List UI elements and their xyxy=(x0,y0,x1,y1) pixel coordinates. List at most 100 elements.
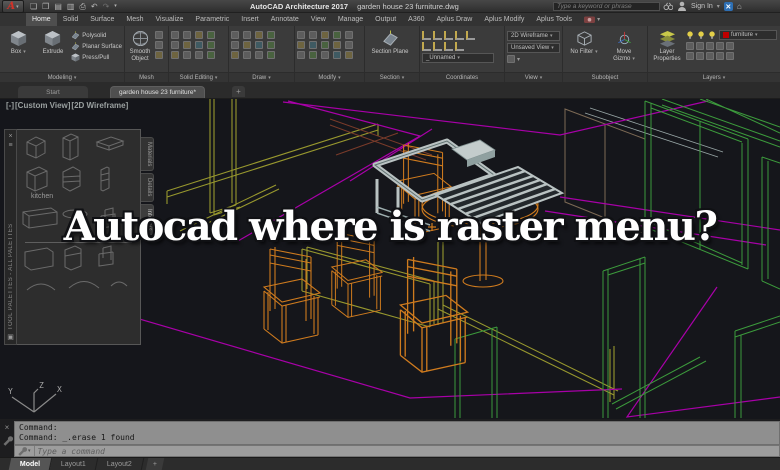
tab-annotate[interactable]: Annotate xyxy=(265,13,305,26)
tool-icon[interactable] xyxy=(321,41,329,49)
drawing-canvas[interactable]: Y Z X [-][Custom View][2D Wireframe] × ≡… xyxy=(0,99,780,419)
tool-icon[interactable] xyxy=(155,31,163,39)
palette-item[interactable] xyxy=(62,166,81,192)
save-icon[interactable]: ▤ xyxy=(54,0,62,13)
chair-wire[interactable] xyxy=(263,246,321,344)
tool-icon[interactable] xyxy=(231,31,239,39)
polysolid-button[interactable]: Polysolid xyxy=(71,31,122,40)
sign-in-caret-icon[interactable]: ▾ xyxy=(717,3,720,10)
ribbon-display-toggle[interactable]: ▾ xyxy=(584,13,600,26)
command-customize-button[interactable]: ▾ xyxy=(17,446,35,456)
tab-output[interactable]: Output xyxy=(369,13,402,26)
panel-label-mesh[interactable]: Mesh xyxy=(125,72,168,82)
extrude-button[interactable]: Extrude xyxy=(37,28,70,71)
ucs-tool-icon[interactable] xyxy=(455,31,464,40)
panel-label-layers[interactable]: Layers xyxy=(648,72,780,82)
smooth-object-button[interactable]: Smooth Object xyxy=(127,28,153,71)
ucs-tool-icon[interactable] xyxy=(422,42,431,51)
panel-label-draw[interactable]: Draw xyxy=(229,72,294,82)
tool-icon[interactable] xyxy=(309,31,317,39)
viewport-minimize-control[interactable]: [-] xyxy=(6,101,14,110)
tool-icon[interactable] xyxy=(171,51,179,59)
tool-icon[interactable] xyxy=(183,31,191,39)
print-icon[interactable]: ⎙ xyxy=(79,0,85,13)
no-filter-button[interactable]: No Filter xyxy=(565,28,603,71)
tab-aplus-tools[interactable]: Aplus Tools xyxy=(530,13,578,26)
tool-icon[interactable] xyxy=(333,31,341,39)
layer-tool-icon[interactable] xyxy=(696,42,704,50)
tab-aplus-modify[interactable]: Aplus Modify xyxy=(478,13,530,26)
tool-icon[interactable] xyxy=(183,41,191,49)
tool-icon[interactable] xyxy=(243,31,251,39)
layer-tool-icon[interactable] xyxy=(686,52,694,60)
tab-parametric[interactable]: Parametric xyxy=(189,13,235,26)
tool-icon[interactable] xyxy=(309,41,317,49)
palette-properties-icon[interactable]: ▣ xyxy=(7,333,14,342)
box-button[interactable]: Box xyxy=(2,28,35,71)
tab-visualize[interactable]: Visualize xyxy=(150,13,190,26)
ucs-tool-icon[interactable] xyxy=(455,42,464,51)
help-icon[interactable]: ⌂ xyxy=(737,2,742,11)
palette-item[interactable] xyxy=(26,283,56,291)
press-pull-button[interactable]: Press/Pull xyxy=(71,53,122,62)
undo-icon[interactable]: ↶ xyxy=(91,0,98,13)
tool-icon[interactable] xyxy=(297,41,305,49)
sign-in-button[interactable]: Sign In xyxy=(691,3,713,10)
named-view-dropdown[interactable]: Unsaved View xyxy=(507,43,560,53)
green-frame-lines[interactable] xyxy=(454,99,780,418)
tool-icon[interactable] xyxy=(255,41,263,49)
section-plane-button[interactable]: Section Plane xyxy=(367,28,413,71)
tab-aplus-draw[interactable]: Aplus Draw xyxy=(431,13,479,26)
panel-label-section[interactable]: Section xyxy=(365,72,419,82)
panel-label-modeling[interactable]: Modeling xyxy=(0,72,124,82)
tool-icon[interactable] xyxy=(267,41,275,49)
layer-tool-icon[interactable] xyxy=(716,42,724,50)
tab-model[interactable]: Model xyxy=(8,458,53,470)
palette-item[interactable] xyxy=(26,136,46,159)
palette-item[interactable] xyxy=(24,247,54,271)
tool-icon[interactable] xyxy=(267,51,275,59)
tool-icon[interactable] xyxy=(243,41,251,49)
file-tab-drawing[interactable]: garden house 23 furniture* xyxy=(110,86,205,98)
viewport-style-control[interactable]: [2D Wireframe] xyxy=(71,101,128,110)
command-history[interactable]: Command: Command: _.erase 1 found xyxy=(14,421,780,445)
command-input[interactable] xyxy=(37,446,777,456)
tab-home[interactable]: Home xyxy=(26,13,57,26)
layer-on-icon[interactable] xyxy=(686,30,695,40)
palette-item[interactable] xyxy=(26,166,48,192)
move-gizmo-button[interactable]: Move Gizmo xyxy=(605,28,643,71)
panel-label-subobject[interactable]: Subobject xyxy=(563,72,647,82)
tool-icon[interactable] xyxy=(297,31,305,39)
ucs-tool-icon[interactable] xyxy=(444,42,453,51)
search-icon[interactable] xyxy=(663,2,673,12)
tab-view[interactable]: View xyxy=(305,13,332,26)
tool-icon[interactable] xyxy=(183,51,191,59)
palette-item[interactable] xyxy=(100,166,110,192)
ucs-icon[interactable]: Y Z X xyxy=(8,381,62,413)
layer-lock-icon[interactable] xyxy=(708,30,717,40)
planar-surface-button[interactable]: Planar Surface xyxy=(71,42,122,51)
layer-tool-icon[interactable] xyxy=(706,42,714,50)
palette-autohide-icon[interactable]: ≡ xyxy=(8,141,12,150)
tool-icon[interactable] xyxy=(267,31,275,39)
tool-icon[interactable] xyxy=(171,41,179,49)
tool-icon[interactable] xyxy=(207,51,215,59)
tool-icon[interactable] xyxy=(195,31,203,39)
tool-icon[interactable] xyxy=(195,41,203,49)
layer-tool-icon[interactable] xyxy=(726,52,734,60)
tool-icon[interactable] xyxy=(255,31,263,39)
roof-lines[interactable] xyxy=(584,107,724,158)
new-layout-button[interactable]: + xyxy=(145,458,165,470)
palette-tab-materials[interactable]: Materials xyxy=(141,137,154,172)
viewport-config-icon[interactable] xyxy=(507,55,515,63)
tool-icon[interactable] xyxy=(345,41,353,49)
tool-icon[interactable] xyxy=(243,51,251,59)
ucs-tool-icon[interactable] xyxy=(422,31,431,40)
tool-icon[interactable] xyxy=(309,51,317,59)
tab-solid[interactable]: Solid xyxy=(57,13,85,26)
palette-item[interactable] xyxy=(95,136,125,151)
panel-label-modify[interactable]: Modify xyxy=(295,72,364,82)
tool-icon[interactable] xyxy=(345,51,353,59)
open-file-icon[interactable]: ❒ xyxy=(42,0,49,13)
tool-icon[interactable] xyxy=(195,51,203,59)
